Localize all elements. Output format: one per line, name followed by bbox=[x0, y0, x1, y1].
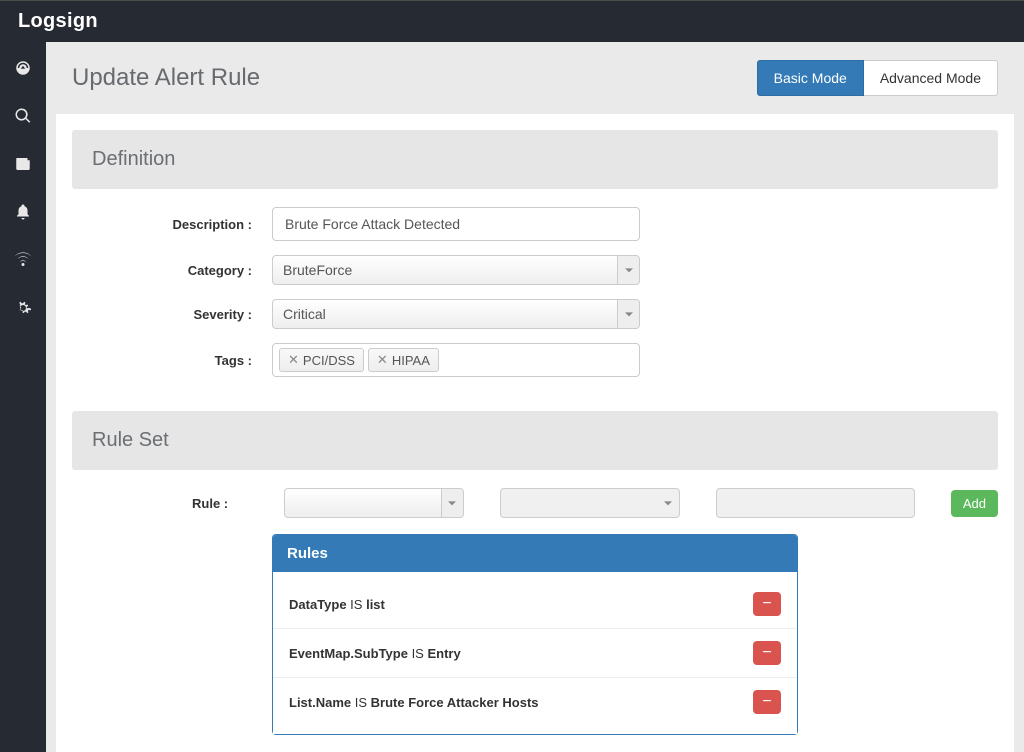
add-rule-button[interactable]: Add bbox=[951, 490, 998, 517]
chevron-down-icon bbox=[657, 489, 679, 517]
chevron-down-icon bbox=[617, 256, 639, 284]
ruleset-heading: Rule Set bbox=[72, 411, 998, 470]
category-select[interactable]: BruteForce bbox=[272, 255, 640, 285]
tags-input[interactable]: ✕ PCI/DSS ✕ HIPAA bbox=[272, 343, 640, 377]
rule-item: EventMap.SubType IS Entry − bbox=[273, 629, 797, 678]
rule-operator: IS bbox=[408, 646, 428, 661]
mode-toggle: Basic Mode Advanced Mode bbox=[757, 60, 998, 96]
category-label: Category : bbox=[72, 263, 272, 278]
rule-item: List.Name IS Brute Force Attacker Hosts − bbox=[273, 678, 797, 726]
basic-mode-button[interactable]: Basic Mode bbox=[757, 60, 864, 96]
rule-operator: IS bbox=[347, 597, 367, 612]
chevron-down-icon bbox=[617, 300, 639, 328]
advanced-mode-button[interactable]: Advanced Mode bbox=[864, 60, 998, 96]
rule-item: DataType IS list − bbox=[273, 580, 797, 629]
gear-icon[interactable] bbox=[13, 298, 33, 318]
bell-icon[interactable] bbox=[13, 202, 33, 222]
search-icon[interactable] bbox=[13, 106, 33, 126]
rules-panel-heading: Rules bbox=[273, 535, 797, 572]
remove-rule-button[interactable]: − bbox=[753, 592, 781, 616]
rule-field: List.Name bbox=[289, 695, 351, 710]
rule-label: Rule : bbox=[72, 496, 248, 511]
description-input[interactable] bbox=[272, 207, 640, 241]
severity-select[interactable]: Critical bbox=[272, 299, 640, 329]
rules-panel: Rules DataType IS list−EventMap.SubType … bbox=[272, 534, 798, 735]
rule-operator: IS bbox=[351, 695, 371, 710]
tags-label: Tags : bbox=[72, 353, 272, 368]
tag-remove-icon[interactable]: ✕ bbox=[377, 352, 388, 368]
news-icon[interactable] bbox=[13, 154, 33, 174]
tag-chip: ✕ HIPAA bbox=[368, 348, 439, 372]
wifi-icon[interactable] bbox=[13, 250, 33, 270]
page-title: Update Alert Rule bbox=[72, 64, 260, 92]
rule-field-select[interactable] bbox=[284, 488, 464, 518]
category-value: BruteForce bbox=[283, 262, 352, 278]
tag-remove-icon[interactable]: ✕ bbox=[288, 352, 299, 368]
remove-rule-button[interactable]: − bbox=[753, 690, 781, 714]
rule-value-input[interactable] bbox=[716, 488, 915, 518]
dashboard-icon[interactable] bbox=[13, 58, 33, 78]
sidebar bbox=[0, 42, 46, 752]
chevron-down-icon bbox=[441, 489, 463, 517]
rule-field: EventMap.SubType bbox=[289, 646, 408, 661]
app-logo: Logsign bbox=[18, 10, 98, 33]
topbar: Logsign bbox=[0, 0, 1024, 42]
page-header: Update Alert Rule Basic Mode Advanced Mo… bbox=[46, 42, 1024, 114]
tag-chip: ✕ PCI/DSS bbox=[279, 348, 364, 372]
severity-label: Severity : bbox=[72, 307, 272, 322]
tag-label: HIPAA bbox=[392, 353, 430, 368]
definition-heading: Definition bbox=[72, 130, 998, 189]
rule-operator-select[interactable] bbox=[500, 488, 680, 518]
severity-value: Critical bbox=[283, 306, 326, 322]
rule-value: Entry bbox=[427, 646, 460, 661]
tag-label: PCI/DSS bbox=[303, 353, 355, 368]
rule-field: DataType bbox=[289, 597, 347, 612]
rule-value: Brute Force Attacker Hosts bbox=[371, 695, 539, 710]
content: Definition Description : Category : Brut… bbox=[56, 114, 1014, 752]
description-label: Description : bbox=[72, 217, 272, 232]
page: Update Alert Rule Basic Mode Advanced Mo… bbox=[46, 42, 1024, 752]
rule-value: list bbox=[366, 597, 385, 612]
remove-rule-button[interactable]: − bbox=[753, 641, 781, 665]
